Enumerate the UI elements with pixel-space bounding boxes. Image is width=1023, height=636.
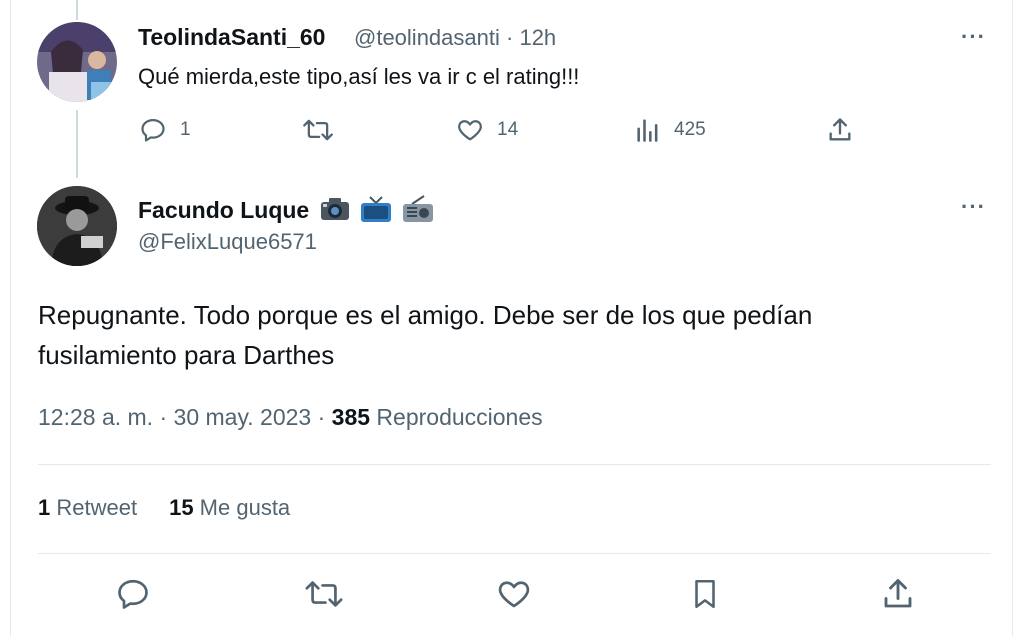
frame-border-left	[10, 0, 11, 636]
likes-link[interactable]: 15 Me gusta	[169, 495, 290, 520]
divider	[38, 553, 991, 554]
heart-icon	[498, 581, 530, 608]
share-button[interactable]	[825, 116, 855, 144]
like-count: 15	[169, 495, 194, 520]
reply-button[interactable]: 1	[138, 116, 191, 144]
author-handle[interactable]: @FelixLuque6571	[138, 229, 317, 255]
reply-count: 1	[180, 119, 191, 140]
retweet-label: Retweet	[50, 495, 138, 520]
thread-line-connector	[76, 110, 78, 178]
reply-icon	[141, 118, 165, 142]
share-icon	[829, 118, 851, 141]
tweet-time[interactable]: 12:28 a. m.	[38, 404, 153, 430]
bookmark-icon	[695, 579, 715, 609]
views-button[interactable]: 425	[634, 116, 706, 144]
reply-icon	[118, 579, 148, 609]
tweet-date[interactable]: 30 may. 2023	[174, 404, 312, 430]
reply-button[interactable]	[115, 576, 151, 612]
views-icon	[637, 119, 658, 142]
retweet-button[interactable]	[302, 116, 334, 144]
tweet-time[interactable]: 12h	[519, 25, 556, 50]
author-name-text[interactable]: Facundo Luque	[138, 197, 309, 223]
author-name[interactable]: Facundo Luque	[138, 195, 434, 229]
tweet-text-line: fusilamiento para Darthes	[38, 340, 335, 370]
tweet-text: Repugnante. Todo porque es el amigo. Deb…	[38, 295, 978, 375]
avatar[interactable]	[37, 22, 117, 102]
like-label: Me gusta	[193, 495, 291, 520]
more-icon[interactable]: ···	[961, 24, 986, 50]
separator-dot: ·	[311, 404, 332, 430]
frame-border-right	[1012, 0, 1013, 636]
avatar[interactable]	[37, 186, 117, 266]
thread-line-top	[76, 0, 78, 20]
handle-text[interactable]: @teolindasanti	[354, 25, 500, 50]
author-name[interactable]: TeolindaSanti_60	[138, 24, 325, 51]
share-icon	[884, 579, 912, 608]
heart-icon	[458, 120, 482, 141]
separator-dot: ·	[506, 25, 514, 50]
tweet-text-line: Repugnante. Todo porque es el amigo. Deb…	[38, 300, 813, 330]
tv-icon	[360, 195, 392, 229]
like-button[interactable]: 14	[455, 116, 518, 144]
bookmark-button[interactable]	[688, 576, 722, 612]
more-icon[interactable]: ···	[961, 194, 986, 220]
retweet-count: 1	[38, 495, 51, 520]
engagement-stats: 1 Retweet 15 Me gusta	[38, 495, 290, 521]
camera-icon	[320, 196, 350, 228]
like-button[interactable]	[496, 576, 532, 612]
views-count: 385	[331, 404, 371, 430]
share-button[interactable]	[880, 576, 916, 612]
separator-dot: ·	[153, 404, 174, 430]
retweet-icon	[305, 581, 343, 607]
radio-icon	[402, 195, 434, 229]
views-count: 425	[674, 119, 706, 140]
tweet-meta: 12:28 a. m. · 30 may. 2023 · 385 Reprodu…	[38, 404, 543, 431]
like-count: 14	[497, 119, 519, 140]
author-handle[interactable]: @teolindasanti · 12h	[354, 25, 556, 51]
divider	[38, 464, 991, 465]
views-label: Reproducciones	[370, 404, 543, 430]
retweet-button[interactable]	[304, 576, 344, 612]
tweet-text: Qué mierda,este tipo,así les va ir c el …	[138, 64, 580, 89]
retweet-icon	[303, 119, 333, 141]
retweets-link[interactable]: 1 Retweet	[38, 495, 137, 520]
